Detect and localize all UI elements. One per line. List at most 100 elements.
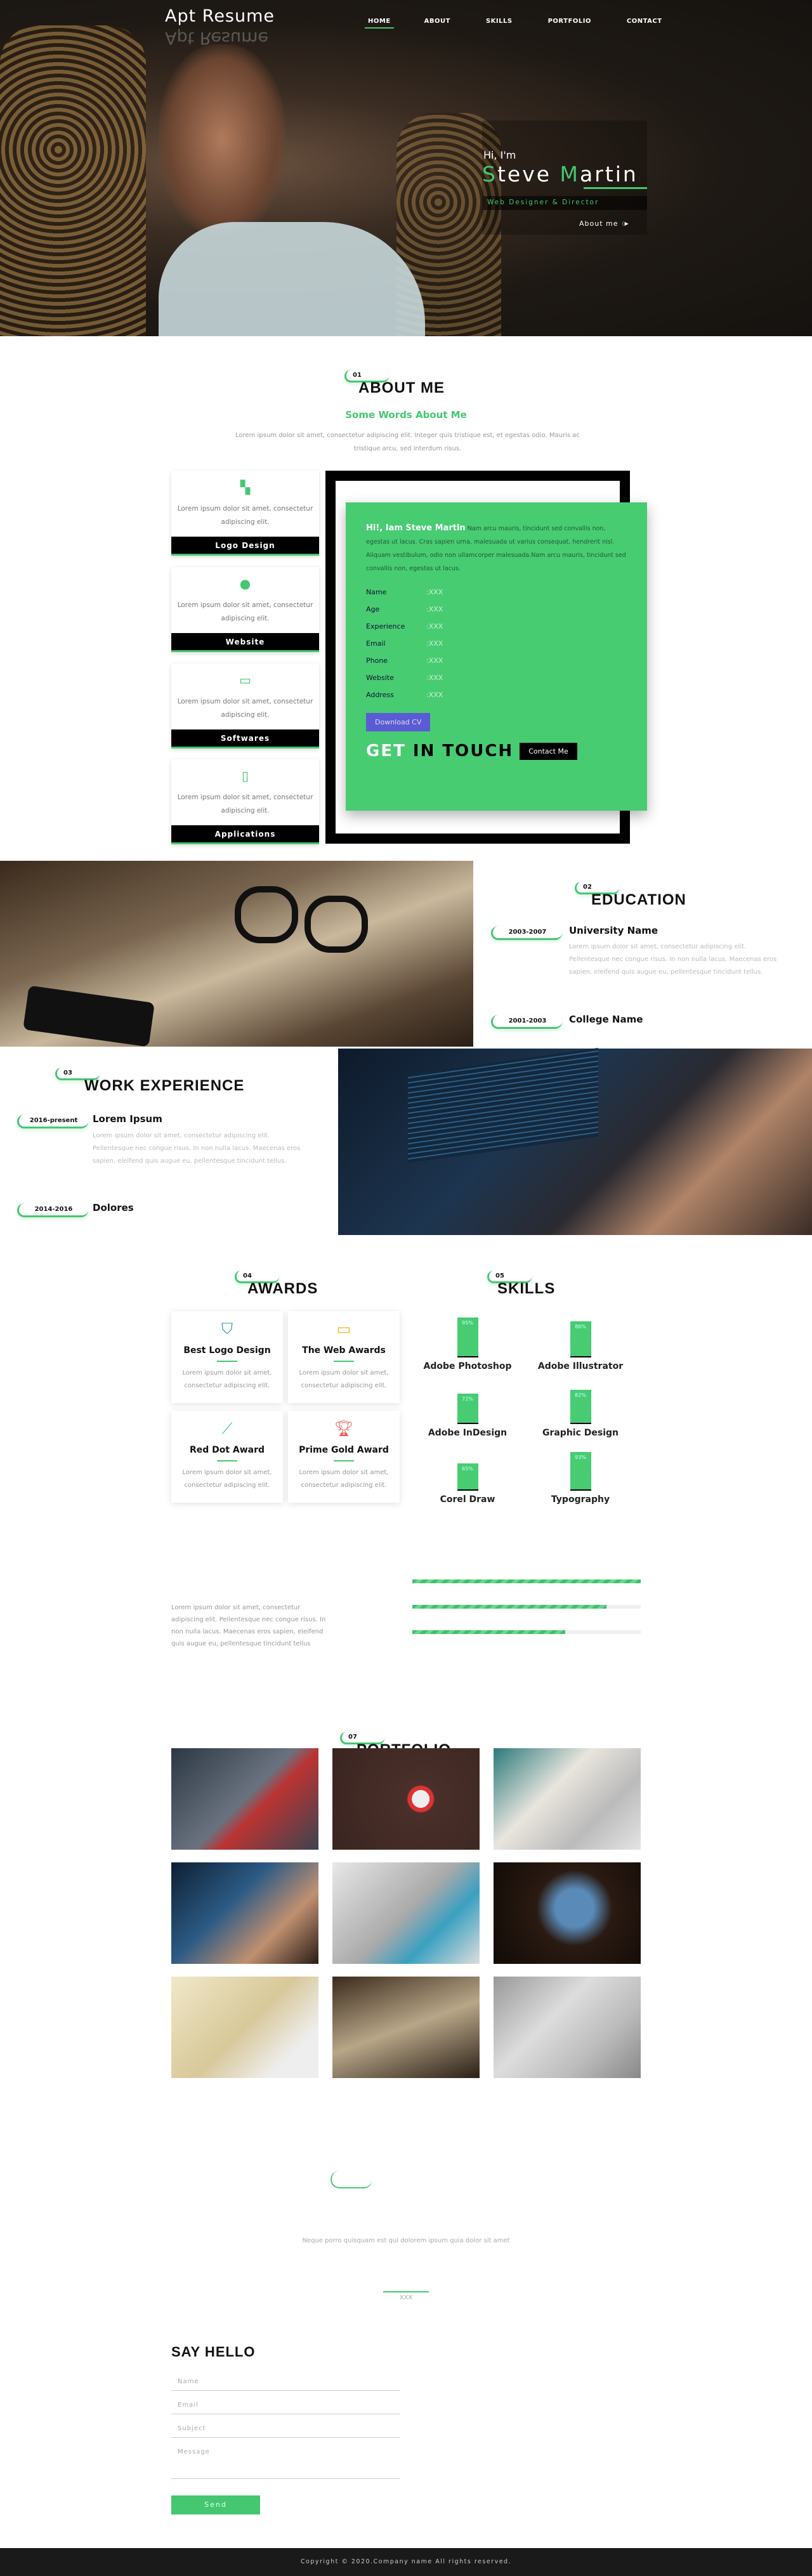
about-subtitle: Some Words About Me bbox=[345, 409, 467, 421]
award-card: ⛉ Best Logo Design Lorem ipsum dolor sit a… bbox=[171, 1311, 283, 1403]
magic-wand-icon: ⟋ bbox=[221, 1420, 233, 1437]
about-title: ABOUT ME bbox=[358, 379, 445, 396]
mobile-icon: ▯ bbox=[241, 768, 249, 783]
entry-title: University Name bbox=[569, 925, 658, 936]
testimonial-author: XXX bbox=[399, 2294, 413, 2301]
skill-item: 65% Corel Draw bbox=[420, 1463, 515, 1505]
hero-photo-face bbox=[159, 44, 285, 235]
progress-bar bbox=[412, 1630, 641, 1634]
about-text: Lorem ipsum dolor sit amet, consectetur … bbox=[235, 432, 580, 452]
message-textarea[interactable]: Message bbox=[171, 2449, 400, 2479]
hero-section bbox=[0, 0, 812, 336]
skills-title: SKILLS bbox=[497, 1280, 556, 1297]
skill-bar: 95% bbox=[457, 1317, 478, 1357]
hero-underline bbox=[584, 187, 647, 189]
skill-bar: 82% bbox=[570, 1390, 591, 1424]
award-card: ▭ The Web Awards Lorem ipsum dolor sit ame… bbox=[288, 1311, 400, 1403]
award-card: ⟋ Red Dot Award Lorem ipsum dolor sit amet… bbox=[171, 1411, 283, 1503]
entry-title: Dolores bbox=[93, 1202, 134, 1213]
portfolio-item[interactable] bbox=[171, 1977, 318, 2078]
progress-bar bbox=[412, 1605, 641, 1609]
skill-name: Adobe Illustrator bbox=[537, 1361, 624, 1371]
service-card-softwares: ▭ Lorem ipsum dolor sit amet, consectetur… bbox=[171, 664, 319, 749]
nav-about[interactable]: ABOUT bbox=[424, 15, 450, 29]
entry-title: Lorem Ipsum bbox=[93, 1113, 162, 1125]
info-list: Name:XXX Age:XXX Experience:XXX Email:XX… bbox=[366, 588, 627, 699]
email-input[interactable]: Email bbox=[171, 2402, 400, 2414]
nav-home[interactable]: HOME bbox=[365, 15, 394, 29]
hero-greeting: Hi, I'm bbox=[483, 149, 516, 161]
hero-photo-shirt bbox=[159, 222, 425, 336]
skill-bar: 93% bbox=[570, 1452, 591, 1491]
subject-input[interactable]: Subject bbox=[171, 2425, 400, 2438]
progress-bar bbox=[412, 1579, 641, 1583]
site-logo[interactable]: Apt Resume bbox=[165, 6, 275, 26]
education-title: EDUCATION bbox=[591, 891, 686, 908]
skill-item: 82% Graphic Design bbox=[533, 1390, 628, 1438]
progress-fill bbox=[412, 1630, 566, 1634]
info-row: Age:XXX bbox=[366, 605, 443, 613]
logo-reflection: Apt Resume bbox=[165, 28, 269, 48]
portfolio-item[interactable] bbox=[494, 1977, 641, 2078]
portfolio-item[interactable] bbox=[332, 1862, 480, 1964]
hero-name: Steve Martin bbox=[482, 162, 638, 186]
portfolio-item[interactable] bbox=[171, 1748, 318, 1850]
hero-photo-armchair bbox=[0, 25, 146, 336]
date-badge: 2014-2016 bbox=[17, 1203, 88, 1217]
entry-title: College Name bbox=[569, 1014, 643, 1025]
date-badge: 2016-present bbox=[17, 1115, 88, 1128]
about-me-link[interactable]: About me ▶ bbox=[579, 219, 631, 228]
info-row: Address:XXX bbox=[366, 691, 443, 699]
info-row: Website:XXX bbox=[366, 674, 443, 682]
awards-title: AWARDS bbox=[247, 1280, 318, 1297]
skill-name: Adobe InDesign bbox=[428, 1428, 508, 1438]
skill-bar: 65% bbox=[457, 1463, 478, 1491]
name-input[interactable]: Name bbox=[171, 2378, 400, 2391]
entry-text: Lorem ipsum dolor sit amet, consectetur … bbox=[93, 1132, 301, 1165]
trophy-icon: 🏆︎ bbox=[334, 1420, 354, 1437]
portfolio-item[interactable] bbox=[332, 1977, 480, 2078]
skill-item: 93% Typography bbox=[533, 1452, 628, 1505]
skill-bar: 72% bbox=[457, 1394, 478, 1424]
portfolio-item[interactable] bbox=[494, 1862, 641, 1964]
service-card-applications: ▯ Lorem ipsum dolor sit amet, consectetur… bbox=[171, 759, 319, 844]
globe-icon: ● bbox=[239, 576, 251, 591]
date-badge: 2003-2007 bbox=[491, 926, 562, 940]
contact-me-button[interactable]: Contact Me bbox=[520, 742, 577, 760]
portfolio-item[interactable] bbox=[494, 1748, 641, 1850]
download-cv-button[interactable]: Download CV bbox=[366, 713, 431, 731]
nav-contact[interactable]: CONTACT bbox=[627, 15, 662, 29]
progress-fill bbox=[412, 1579, 641, 1583]
date-badge: 2001-2003 bbox=[491, 1015, 562, 1029]
profile-card: Hi!, Iam Steve Martin Nam arcu mauris, t… bbox=[346, 502, 647, 811]
work-title: WORK EXPERIENCE bbox=[84, 1077, 245, 1094]
logo-design-icon: ▚ bbox=[240, 480, 251, 495]
education-photo-book-glasses bbox=[0, 861, 473, 1047]
nav-portfolio[interactable]: PORTFOLIO bbox=[548, 15, 591, 29]
footer-copyright: Copyright © 2020.Company name All rights… bbox=[0, 2548, 812, 2576]
progress-text: Lorem ipsum dolor sit amet, consectetur … bbox=[171, 1604, 326, 1647]
skill-name: Adobe Photoshop bbox=[423, 1361, 512, 1371]
send-button[interactable]: Send bbox=[171, 2495, 260, 2514]
get-in-touch: GET IN TOUCH Contact Me bbox=[366, 742, 627, 761]
skill-name: Corel Draw bbox=[440, 1494, 495, 1505]
hero-role: Web Designer & Director bbox=[483, 196, 647, 210]
portfolio-item[interactable] bbox=[171, 1862, 318, 1964]
contact-title: SAY HELLO bbox=[171, 2344, 256, 2360]
entry-text: Lorem ipsum dolor sit amet, consectetur … bbox=[569, 943, 777, 976]
work-photo-laptop bbox=[338, 1047, 812, 1235]
info-row: Name:XXX bbox=[366, 588, 443, 596]
portfolio-item[interactable] bbox=[332, 1748, 480, 1850]
monitor-icon: ▭ bbox=[336, 1320, 351, 1338]
nav-skills[interactable]: SKILLS bbox=[486, 15, 513, 29]
skill-bar: 86% bbox=[570, 1321, 591, 1357]
portfolio-grid bbox=[171, 1748, 641, 2078]
service-card-logo-design: ▚ Lorem ipsum dolor sit amet, consectetur… bbox=[171, 471, 319, 556]
info-row: Experience:XXX bbox=[366, 622, 443, 631]
skill-item: 95% Adobe Photoshop bbox=[420, 1317, 515, 1371]
testimonial-quote: Neque porro quisquam est qui dolorem ips… bbox=[302, 2237, 510, 2244]
award-card: 🏆︎ Prime Gold Award Lorem ipsum dolor sit … bbox=[288, 1411, 400, 1503]
skill-name: Graphic Design bbox=[542, 1428, 619, 1438]
info-row: Email:XXX bbox=[366, 639, 443, 648]
bookmark-icon: ⛉ bbox=[221, 1320, 233, 1338]
